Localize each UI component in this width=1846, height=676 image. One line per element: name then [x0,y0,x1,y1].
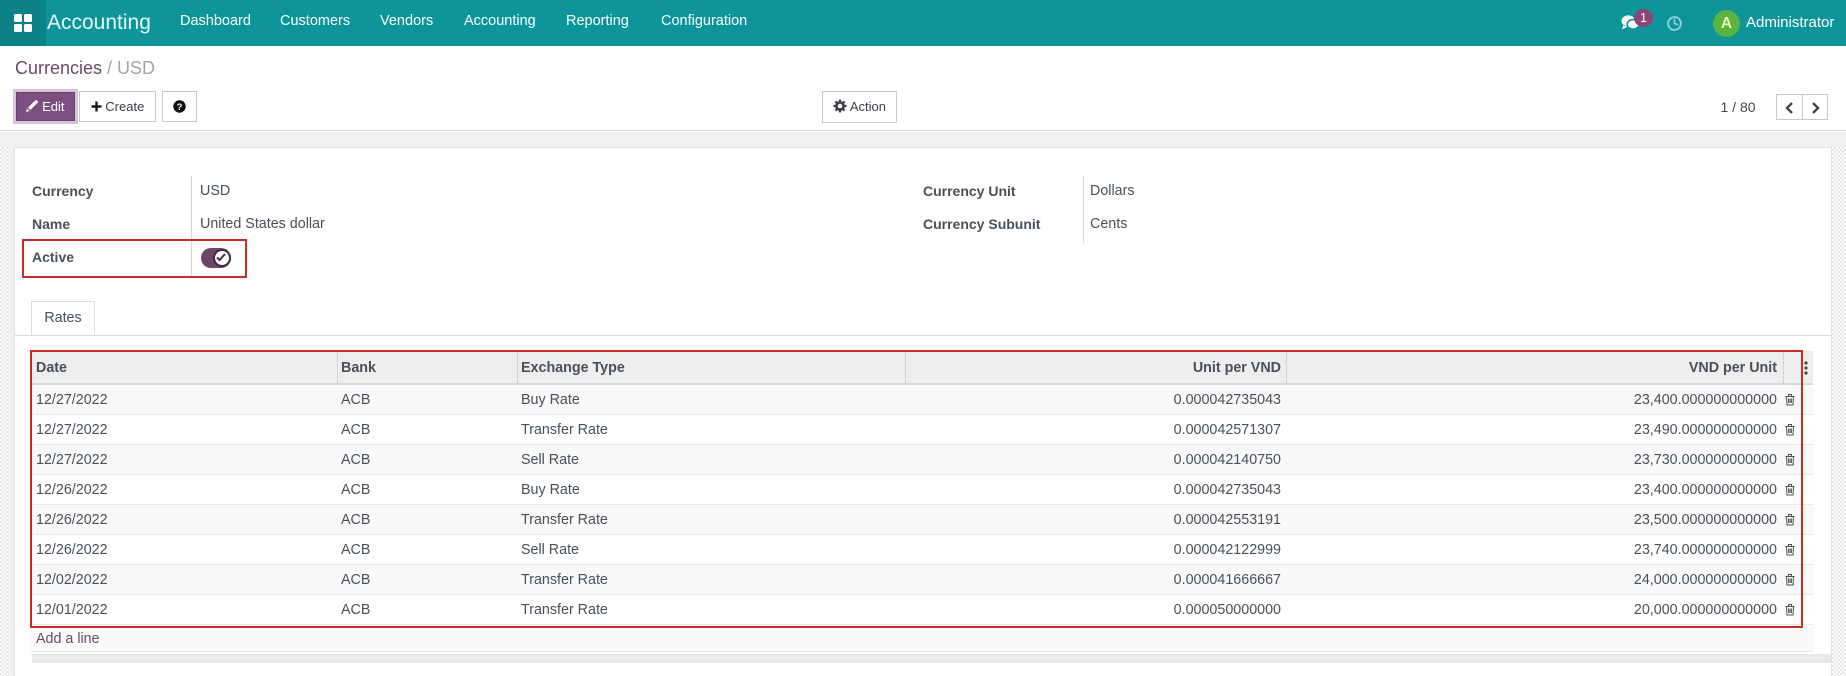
svg-text:?: ? [177,102,183,113]
